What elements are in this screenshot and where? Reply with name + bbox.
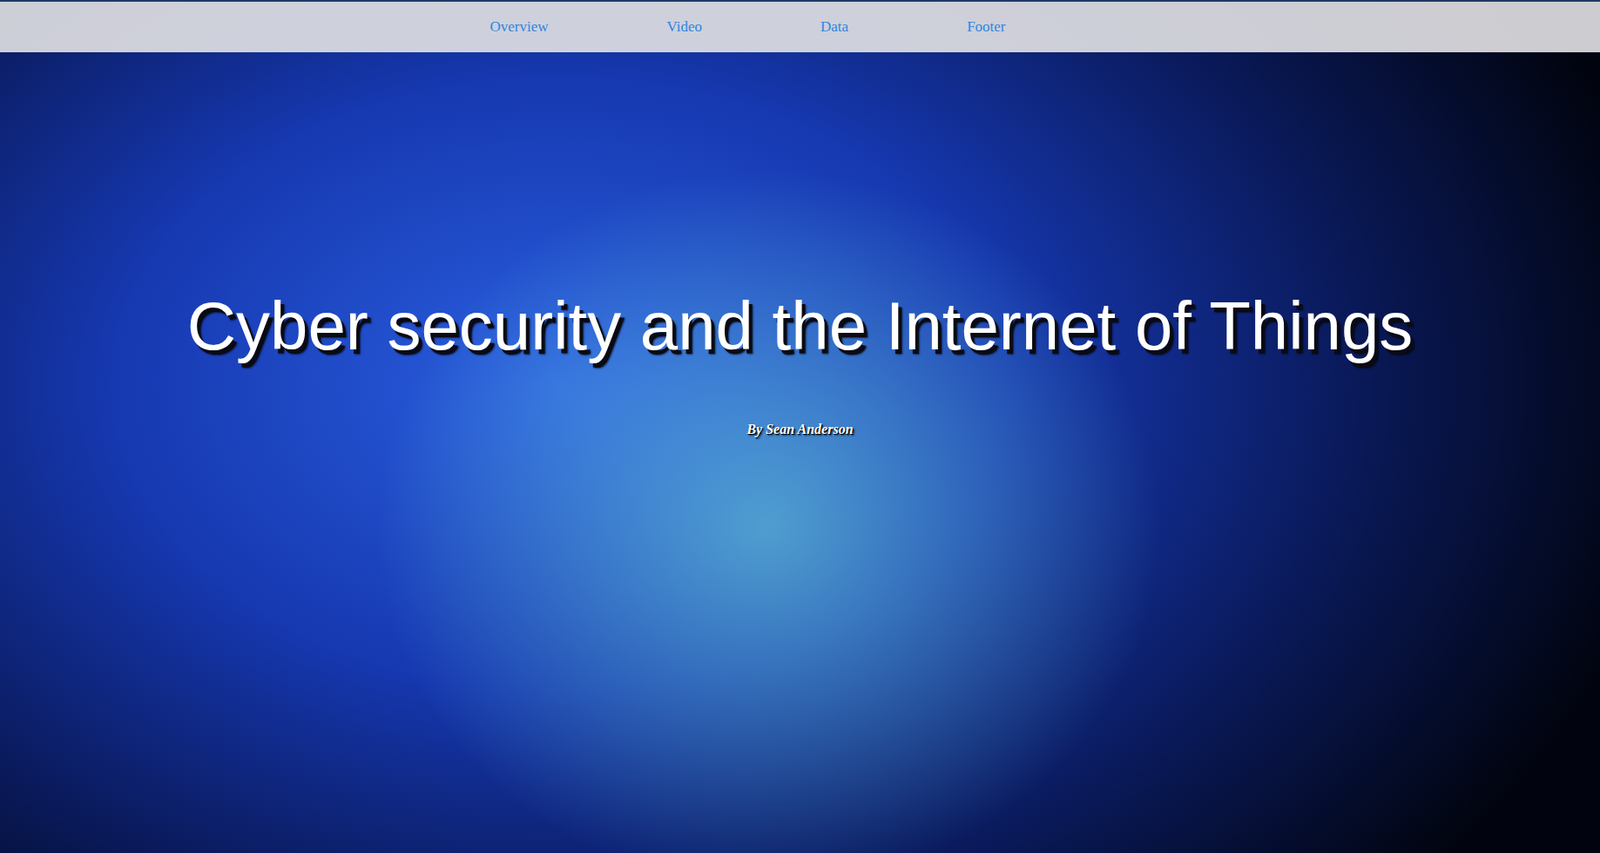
- hero-banner: Cyber security and the Internet of Thing…: [0, 52, 1600, 853]
- nav-link[interactable]: Data: [813, 14, 856, 40]
- byline: By Sean Anderson: [746, 421, 853, 438]
- nav-link[interactable]: Footer: [959, 14, 1013, 40]
- page-title: Cyber security and the Internet of Thing…: [169, 285, 1432, 368]
- nav-link[interactable]: Overview: [482, 14, 555, 40]
- top-nav: Overview Video Data Footer: [0, 0, 1600, 53]
- nav-link[interactable]: Video: [660, 14, 710, 40]
